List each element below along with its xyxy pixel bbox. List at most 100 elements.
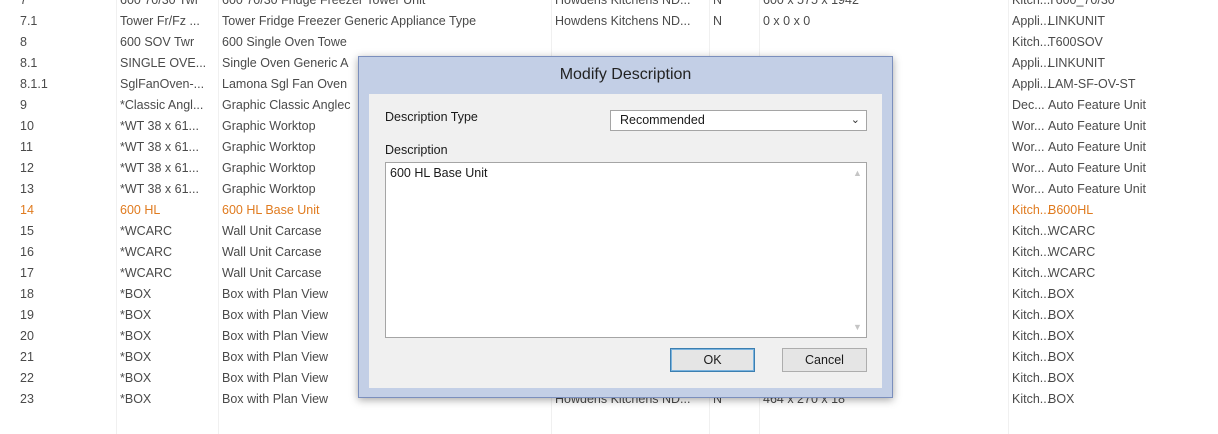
table-cell: Auto Feature Unit [1048,182,1146,196]
table-cell: *WCARC [120,266,173,280]
table-cell: *BOX [120,392,152,406]
table-cell: 23 [20,392,34,406]
table-cell: 7.1 [20,14,38,28]
table-cell: 11 [20,140,33,154]
table-cell: WCARC [1048,266,1096,280]
table-cell: BOX [1048,329,1075,343]
table-cell: *WCARC [120,245,173,259]
table-cell: 8 [20,35,27,49]
table-cell: 16 [20,245,34,259]
table-cell [763,32,1008,53]
table-cell: Howdens Kitchens ND... [555,14,691,28]
table-cell: 7 [20,0,27,7]
table-cell: 8.1 [20,56,38,70]
table-cell: Wor... [1012,161,1045,175]
dialog-client-area: Description Type Recommended ⌄ Descripti… [369,94,882,388]
table-cell: Kitch... [1012,0,1051,7]
table-cell: Wor... [1012,140,1045,154]
table-cell: 10 [20,119,34,133]
table-cell: 14 [20,203,34,217]
table-cell: SINGLE OVE... [120,56,207,70]
table-cell: 600 SOV Twr [120,35,195,49]
table-cell: Kitch... [1012,308,1051,322]
table-cell: 20 [20,329,34,343]
textarea-scrollbar[interactable]: ▲ ▼ [849,163,866,337]
cancel-button[interactable]: Cancel [782,348,867,372]
table-cell: *BOX [120,350,152,364]
table-row[interactable]: 8 600 SOV Twr 600 Single Oven Towe Kitch...… [0,32,1218,53]
table-cell: LINKUNIT [1048,56,1105,70]
table-cell: *WT 38 x 61... [120,140,199,154]
table-cell: *WCARC [120,224,173,238]
table-cell: BOX [1048,308,1075,322]
table-row[interactable]: 7.1 Tower Fr/Fz ... Tower Fridge Freezer G… [0,11,1218,32]
table-cell: BOX [1048,287,1075,301]
table-cell: *BOX [120,371,152,385]
table-cell: Auto Feature Unit [1048,98,1146,112]
table-cell: *Classic Angl... [120,98,204,112]
table-cell [555,32,710,53]
table-cell: Kitch... [1012,224,1051,238]
table-cell: 21 [20,350,34,364]
table-cell: 600 HL [120,203,161,217]
ok-button[interactable]: OK [670,348,755,372]
table-cell: BOX [1048,371,1075,385]
table-cell: 12 [20,161,34,175]
scroll-up-icon[interactable]: ▲ [853,168,862,178]
scroll-down-icon[interactable]: ▼ [853,322,862,332]
chevron-down-icon[interactable]: ⌄ [851,111,860,130]
table-cell: *WT 38 x 61... [120,161,199,175]
table-cell: 13 [20,182,34,196]
modify-description-dialog: Modify Description Description Type Reco… [358,56,893,398]
description-type-select[interactable]: Recommended ⌄ [610,110,867,131]
table-row[interactable]: 7 600 70/30 Twr 600 70/30 Fridge Freezer T… [0,0,1218,11]
table-cell: N [713,14,723,28]
table-cell: WCARC [1048,245,1096,259]
table-cell: LINKUNIT [1048,14,1105,28]
table-cell: BOX [1048,350,1075,364]
table-cell: *BOX [120,329,152,343]
table-cell: Kitch... [1012,329,1051,343]
description-textarea[interactable]: 600 HL Base Unit ▲ ▼ [385,162,867,338]
table-cell: 17 [20,266,34,280]
description-type-label: Description Type [385,110,478,124]
table-cell: Appli... [1012,77,1051,91]
table-cell: Auto Feature Unit [1048,119,1146,133]
table-cell: Kitch... [1012,392,1051,406]
table-cell: Wor... [1012,119,1045,133]
table-cell: 600 70/30 Fridge Freezer Tower Unit [222,0,426,7]
table-cell: 15 [20,224,34,238]
table-cell: Dec... [1012,98,1045,112]
description-type-value: Recommended [620,113,705,127]
table-cell: *WT 38 x 61... [120,119,199,133]
table-cell [713,32,758,53]
dialog-title: Modify Description [559,66,692,83]
table-cell: T600SOV [1048,35,1103,49]
table-cell: T600_70/30 [1048,0,1115,7]
table-cell: BOX [1048,392,1075,406]
table-cell: LAM-SF-OV-ST [1048,77,1136,91]
table-cell: Kitch... [1012,266,1051,280]
table-cell: Auto Feature Unit [1048,140,1146,154]
table-cell: 600 Single Oven Towe [222,35,347,49]
table-cell: WCARC [1048,224,1096,238]
table-cell: Auto Feature Unit [1048,161,1146,175]
table-cell: Tower Fridge Freezer Generic Appliance T… [222,14,477,28]
table-cell: Howdens Kitchens ND... [555,0,691,7]
description-label: Description [385,143,448,157]
table-cell: 9 [20,98,27,112]
table-cell: N [713,0,723,7]
table-cell: 0 x 0 x 0 [763,14,811,28]
table-cell: 600 70/30 Twr [120,0,199,7]
table-cell: 18 [20,287,34,301]
table-cell: Kitch... [1012,287,1051,301]
table-cell: Appli... [1012,14,1051,28]
table-cell: Kitch... [1012,350,1051,364]
table-cell: Kitch... [1012,245,1051,259]
table-cell: Kitch... [1012,203,1051,217]
table-cell: Kitch... [1012,35,1051,49]
table-cell: B600HL [1048,203,1094,217]
table-cell: *BOX [120,308,152,322]
table-cell: Appli... [1012,56,1051,70]
table-cell: 19 [20,308,34,322]
